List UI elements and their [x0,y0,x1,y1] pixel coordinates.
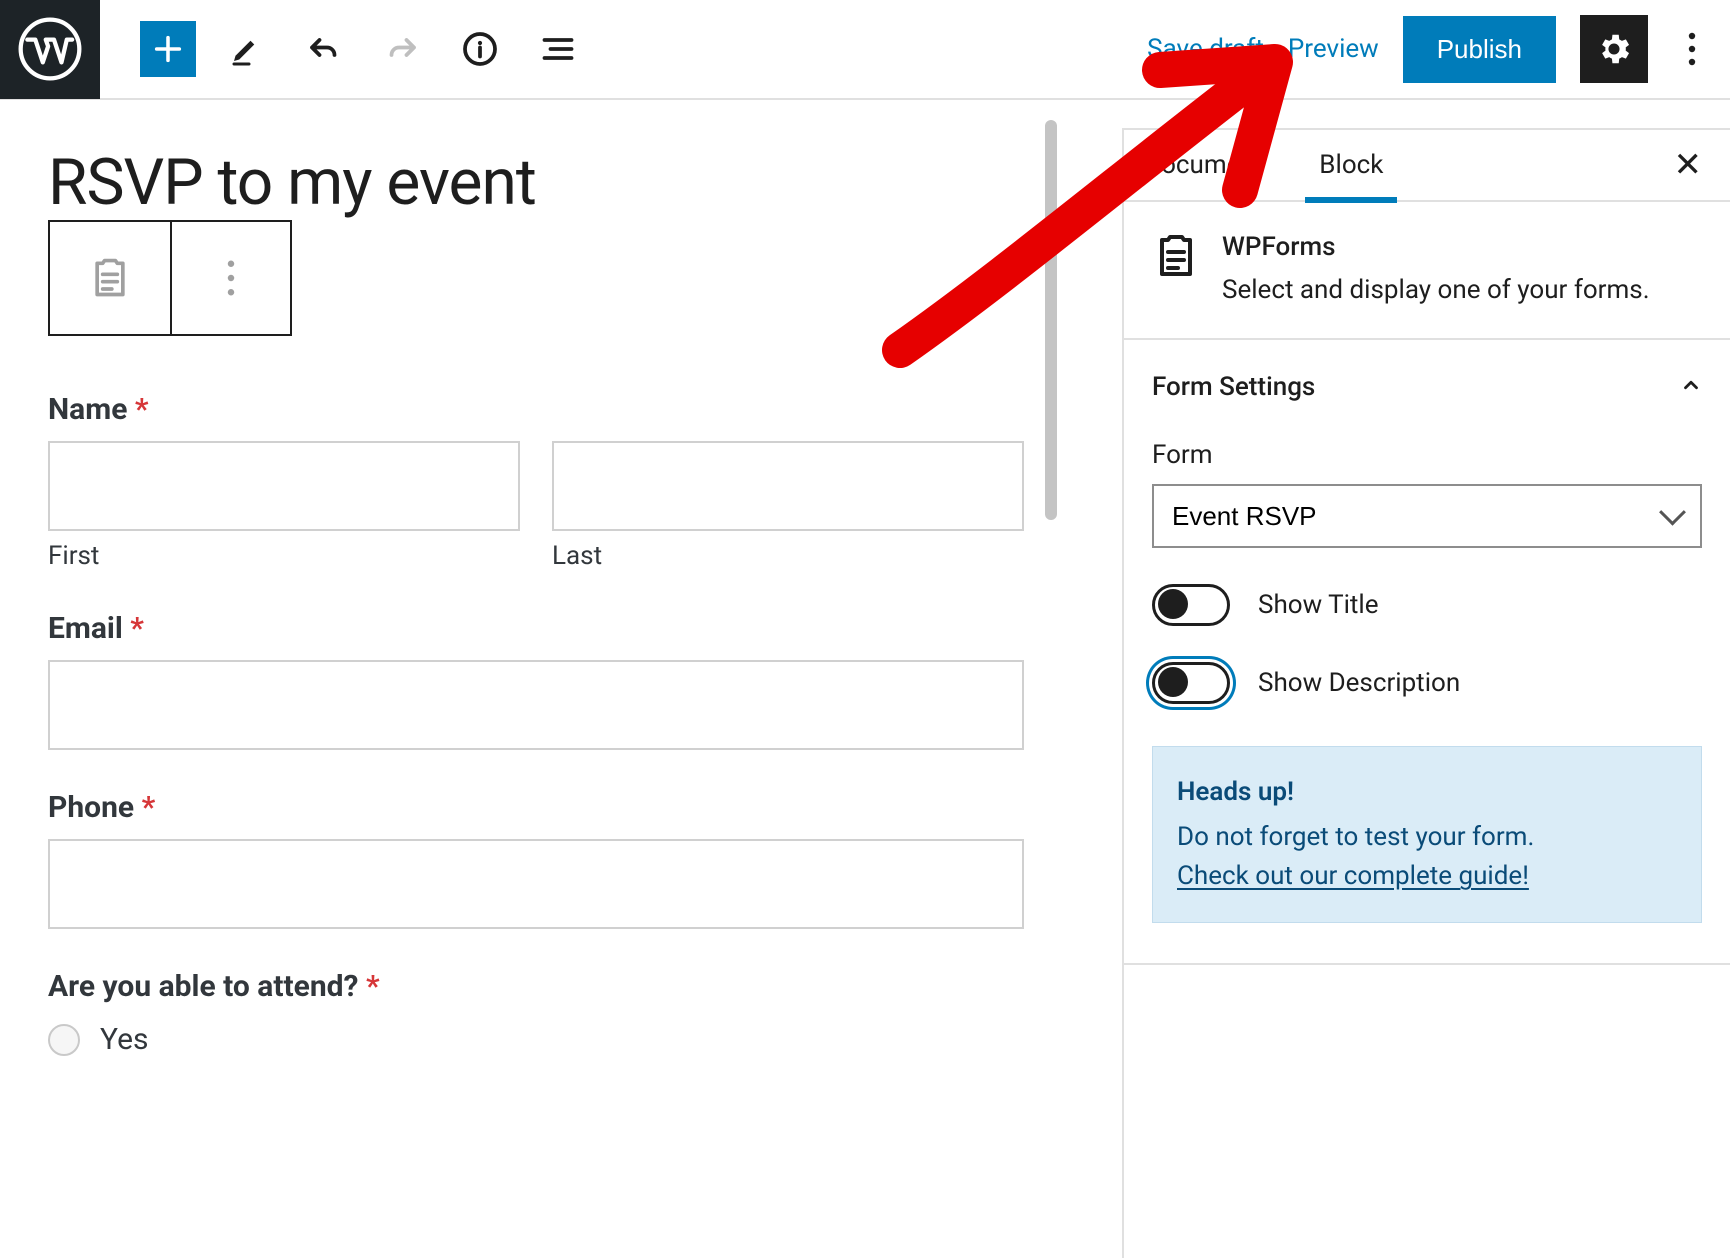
block-title: WPForms [1222,232,1650,262]
save-draft-button[interactable]: Save draft [1147,34,1264,64]
publish-button[interactable]: Publish [1403,16,1556,83]
outline-icon[interactable] [530,21,586,77]
scrollbar[interactable] [1045,120,1057,520]
tab-block[interactable]: Block [1291,129,1411,201]
editor-toolbar: Save draft Preview Publish [0,0,1730,100]
panel-header-form-settings[interactable]: Form Settings [1152,340,1702,426]
editor-canvas: RSVP to my event Name * First Last [0,100,1072,1258]
block-description: Select and display one of your forms. [1222,272,1650,308]
field-label-phone: Phone * [48,790,1024,825]
preview-button[interactable]: Preview [1288,34,1379,64]
sublabel-first: First [48,541,520,571]
toolbar-right-group: Save draft Preview Publish [1147,15,1730,83]
first-name-input[interactable] [48,441,520,531]
block-header: WPForms Select and display one of your f… [1124,202,1730,340]
chevron-up-icon [1680,374,1702,400]
heads-up-title: Heads up! [1177,773,1677,812]
edit-icon[interactable] [218,21,274,77]
more-options-icon[interactable] [1672,15,1712,83]
radio-option-yes[interactable]: Yes [48,1022,1024,1057]
redo-icon[interactable] [374,21,430,77]
field-phone: Phone * [48,790,1024,929]
toggle-label-show-title: Show Title [1258,590,1379,620]
page-title[interactable]: RSVP to my event [48,148,1024,218]
sublabel-last: Last [552,541,1024,571]
radio-icon [48,1024,80,1056]
form-preview: Name * First Last Email * Phone * Are yo… [48,392,1024,1057]
sidebar-tabs: Document Block ✕ [1124,130,1730,202]
wpforms-icon [1152,232,1200,280]
field-label-email: Email * [48,611,1024,646]
field-name: Name * First Last [48,392,1024,571]
field-attend: Are you able to attend? * Yes [48,969,1024,1057]
form-select-label: Form [1152,440,1702,470]
tab-document[interactable]: Document [1124,129,1291,201]
info-icon[interactable] [452,21,508,77]
email-input[interactable] [48,660,1024,750]
last-name-input[interactable] [552,441,1024,531]
toggle-label-show-description: Show Description [1258,668,1460,698]
undo-icon[interactable] [296,21,352,77]
toggle-show-description[interactable]: Show Description [1152,662,1702,704]
form-select[interactable]: Event RSVP [1152,484,1702,548]
settings-icon[interactable] [1580,15,1648,83]
block-toolbar [48,220,292,336]
heads-up-link[interactable]: Check out our complete guide! [1177,861,1529,891]
toolbar-left-group [100,21,586,77]
settings-sidebar: Document Block ✕ WPForms Select and disp… [1122,128,1730,1258]
radio-label: Yes [100,1022,148,1057]
close-sidebar-icon[interactable]: ✕ [1646,145,1730,185]
field-email: Email * [48,611,1024,750]
toggle-show-title[interactable]: Show Title [1152,584,1702,626]
phone-input[interactable] [48,839,1024,929]
panel-form-settings: Form Settings Form Event RSVP Show Title… [1124,340,1730,965]
wordpress-logo[interactable] [0,0,100,99]
heads-up-text: Do not forget to test your form. [1177,818,1677,857]
heads-up-notice: Heads up! Do not forget to test your for… [1152,746,1702,923]
add-block-button[interactable] [140,21,196,77]
field-label-name: Name * [48,392,1024,427]
field-label-attend: Are you able to attend? * [48,969,1024,1004]
block-more-icon[interactable] [170,222,290,334]
wpforms-block-icon[interactable] [50,222,170,334]
